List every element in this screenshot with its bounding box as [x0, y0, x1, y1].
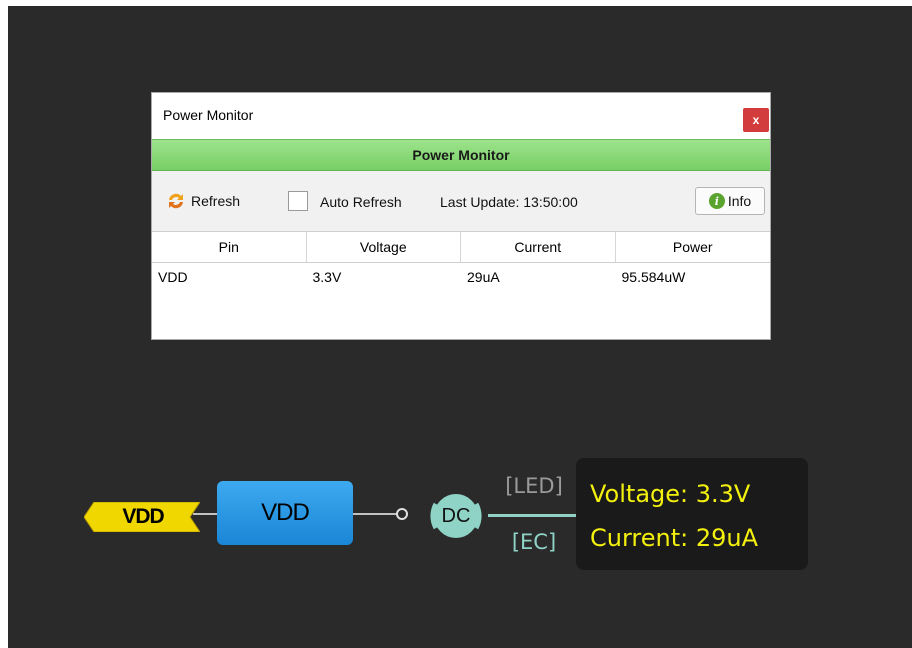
column-header-power[interactable]: Power — [616, 232, 771, 262]
auto-refresh-checkbox[interactable] — [288, 191, 308, 211]
voltage-readout: Voltage: 3.3V — [590, 480, 751, 508]
dialog-title: Power Monitor — [163, 107, 254, 123]
wire-tag-to-block — [193, 513, 218, 515]
vdd-block-label: VDD — [261, 499, 310, 526]
last-update-text: Last Update: 13:50:00 — [440, 194, 578, 210]
info-label: Info — [727, 193, 752, 209]
close-icon: x — [752, 113, 760, 127]
led-label[interactable]: [LED] — [492, 466, 576, 506]
dialog-titlebar[interactable]: Power Monitor x — [152, 93, 770, 139]
power-monitor-dialog: Power Monitor x Power Monitor Refresh Au… — [151, 92, 771, 340]
table-row[interactable]: VDD 3.3V 29uA 95.584uW — [152, 265, 770, 289]
vdd-block[interactable]: VDD — [217, 481, 353, 545]
refresh-button[interactable]: Refresh — [166, 191, 240, 211]
close-button[interactable]: x — [743, 108, 769, 132]
cell-pin: VDD — [158, 269, 188, 285]
cell-voltage: 3.3V — [312, 269, 342, 285]
pin-connector[interactable] — [396, 508, 408, 520]
dc-label: DC — [441, 504, 471, 527]
ec-label[interactable]: [EC] — [492, 522, 576, 562]
dialog-banner: Power Monitor — [152, 139, 770, 171]
cell-current: 29uA — [467, 269, 500, 285]
column-header-pin[interactable]: Pin — [152, 232, 307, 262]
info-button[interactable]: i Info — [695, 187, 765, 215]
auto-refresh-label[interactable]: Auto Refresh — [320, 194, 402, 210]
column-header-current[interactable]: Current — [461, 232, 616, 262]
cell-power: 95.584uW — [621, 269, 686, 285]
table-header: Pin Voltage Current Power — [152, 231, 770, 263]
info-icon: i — [708, 193, 725, 209]
toolbar: Refresh Auto Refresh Last Update: 13:50:… — [152, 171, 770, 231]
power-table: Pin Voltage Current Power VDD 3.3V 29uA … — [152, 231, 770, 339]
wire-block-to-pin — [353, 513, 397, 515]
vdd-net-tag-label: VDD — [122, 505, 164, 528]
column-header-voltage[interactable]: Voltage — [307, 232, 461, 262]
refresh-label: Refresh — [191, 193, 241, 209]
measurement-readout: Voltage: 3.3V Current: 29uA — [576, 458, 808, 570]
led-ec-divider — [488, 514, 576, 517]
refresh-icon — [169, 193, 183, 209]
current-readout: Current: 29uA — [590, 524, 759, 552]
